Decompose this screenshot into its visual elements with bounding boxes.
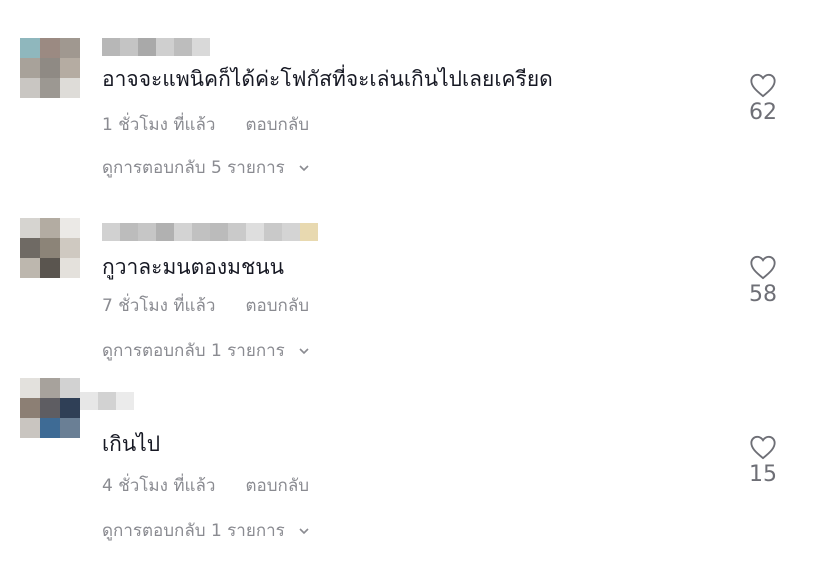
avatar[interactable] [20, 38, 80, 98]
like-button[interactable]: 15 [745, 434, 781, 487]
reply-button[interactable]: ตอบกลับ [245, 476, 309, 496]
comment-time: 4 ชั่วโมง ที่แล้ว [102, 476, 216, 496]
heart-icon[interactable] [749, 434, 777, 460]
like-button[interactable]: 58 [745, 254, 781, 307]
view-replies-button[interactable]: ดูการตอบกลับ 5 รายการ [102, 154, 310, 181]
comment-text: กูวาละมนตองมชนน [102, 255, 284, 279]
username-blurred[interactable] [80, 392, 134, 410]
heart-icon[interactable] [749, 254, 777, 280]
username-blurred[interactable] [102, 38, 210, 56]
comment-text: อาจจะแพนิคก็ได้ค่ะโฟกัสที่จะเล่นเกินไปเล… [102, 67, 553, 91]
heart-icon[interactable] [749, 72, 777, 98]
username-blurred[interactable] [102, 223, 318, 241]
like-count: 62 [749, 100, 777, 125]
like-count: 58 [749, 282, 777, 307]
comment-item: เกินไป 4 ชั่วโมง ที่แล้ว ตอบกลับ ดูการตอบ… [0, 362, 820, 542]
view-replies-label: ดูการตอบกลับ 1 รายการ [102, 521, 285, 541]
chevron-down-icon [299, 165, 309, 172]
comment-text: เกินไป [102, 432, 161, 456]
comment-item: อาจจะแพนิคก็ได้ค่ะโฟกัสที่จะเล่นเกินไปเล… [0, 0, 820, 180]
comment-meta: 7 ชั่วโมง ที่แล้ว ตอบกลับ [102, 292, 309, 319]
chevron-down-icon [299, 348, 309, 355]
comment-time: 7 ชั่วโมง ที่แล้ว [102, 296, 216, 316]
view-replies-button[interactable]: ดูการตอบกลับ 1 รายการ [102, 337, 310, 364]
reply-button[interactable]: ตอบกลับ [245, 296, 309, 316]
chevron-down-icon [299, 528, 309, 535]
comment-meta: 1 ชั่วโมง ที่แล้ว ตอบกลับ [102, 111, 309, 138]
like-button[interactable]: 62 [745, 72, 781, 125]
avatar[interactable] [20, 218, 80, 278]
avatar[interactable] [20, 378, 80, 438]
reply-button[interactable]: ตอบกลับ [245, 115, 309, 135]
comment-item: กูวาละมนตองมชนน 7 ชั่วโมง ที่แล้ว ตอบกลับ… [0, 180, 820, 361]
view-replies-label: ดูการตอบกลับ 1 รายการ [102, 341, 285, 361]
comment-time: 1 ชั่วโมง ที่แล้ว [102, 115, 216, 135]
like-count: 15 [749, 462, 777, 487]
view-replies-button[interactable]: ดูการตอบกลับ 1 รายการ [102, 517, 310, 544]
comment-meta: 4 ชั่วโมง ที่แล้ว ตอบกลับ [102, 472, 309, 499]
view-replies-label: ดูการตอบกลับ 5 รายการ [102, 158, 285, 178]
